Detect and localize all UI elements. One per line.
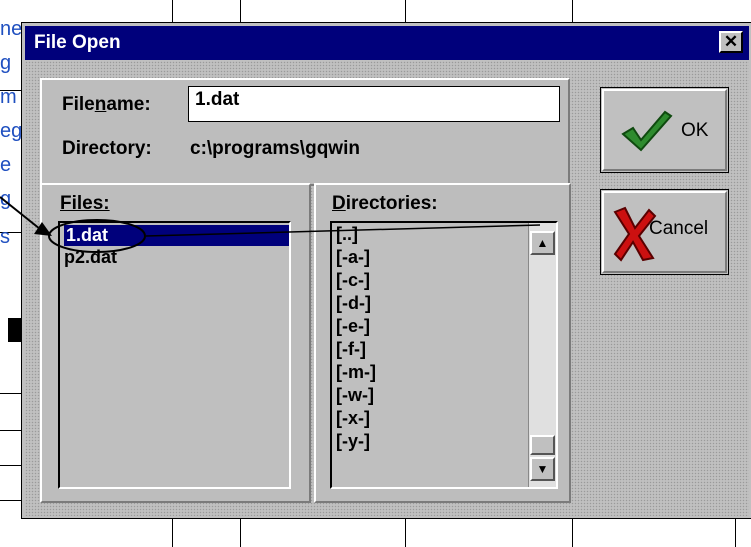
scroll-down-button[interactable]: ▼: [530, 457, 555, 481]
directory-item[interactable]: [..]: [336, 224, 358, 245]
directories-listbox[interactable]: [..] [-a-] [-c-] [-d-] [-e-] [-f-] [-m-]…: [330, 221, 558, 489]
directory-item[interactable]: [-m-]: [336, 362, 376, 383]
filename-label: Filename:: [62, 94, 151, 115]
title-bar[interactable]: File Open ✕: [25, 26, 749, 60]
file-open-dialog: File Open ✕ Filename: 1.dat Directory: c…: [21, 22, 751, 519]
dialog-title: File Open: [34, 32, 121, 53]
scroll-thumb[interactable]: [530, 435, 555, 455]
filename-value: 1.dat: [195, 89, 240, 110]
directory-item[interactable]: [-y-]: [336, 431, 370, 452]
directory-item[interactable]: [-d-]: [336, 293, 371, 314]
bg-text-fragment: ne: [0, 18, 23, 40]
files-label: Files:: [60, 193, 110, 214]
scroll-up-button[interactable]: ▲: [530, 231, 555, 255]
bg-text-fragment: g: [0, 188, 12, 210]
ok-label: OK: [681, 120, 709, 141]
checkmark-icon: [621, 110, 673, 152]
filename-panel: Filename: 1.dat Directory: c:\programs\g…: [40, 78, 570, 186]
bg-text-fragment: eg: [0, 120, 23, 142]
directory-item[interactable]: [-a-]: [336, 247, 370, 268]
directory-item[interactable]: [-c-]: [336, 270, 370, 291]
directory-item[interactable]: [-w-]: [336, 385, 374, 406]
file-item-selected[interactable]: 1.dat: [64, 225, 289, 246]
files-panel: Files: 1.dat p2.dat: [40, 183, 311, 503]
bg-text-fragment: s: [0, 226, 10, 248]
cancel-button[interactable]: Cancel: [600, 189, 729, 275]
bg-text-fragment: m: [0, 86, 17, 108]
ok-button[interactable]: OK: [600, 87, 729, 173]
directory-item[interactable]: [-x-]: [336, 408, 370, 429]
directory-item[interactable]: [-e-]: [336, 316, 370, 337]
arrow-up-icon: ▲: [536, 236, 549, 250]
directory-item[interactable]: [-f-]: [336, 339, 366, 360]
files-listbox[interactable]: 1.dat p2.dat: [58, 221, 291, 489]
directories-panel: Directories: [..] [-a-] [-c-] [-d-] [-e-…: [314, 183, 571, 503]
close-button[interactable]: ✕: [719, 31, 743, 53]
directory-label: Directory:: [62, 138, 152, 159]
filename-input[interactable]: 1.dat: [188, 86, 560, 122]
arrow-down-icon: ▼: [536, 462, 549, 476]
bg-text-fragment: g: [0, 52, 12, 74]
bg-text-fragment: e: [0, 154, 12, 176]
directories-scrollbar[interactable]: ▲ ▼: [528, 223, 556, 487]
file-item[interactable]: p2.dat: [64, 247, 117, 268]
directories-label: Directories:: [332, 193, 438, 214]
cancel-label: Cancel: [649, 218, 709, 239]
close-icon: ✕: [723, 32, 739, 51]
directory-value: c:\programs\gqwin: [190, 138, 360, 159]
